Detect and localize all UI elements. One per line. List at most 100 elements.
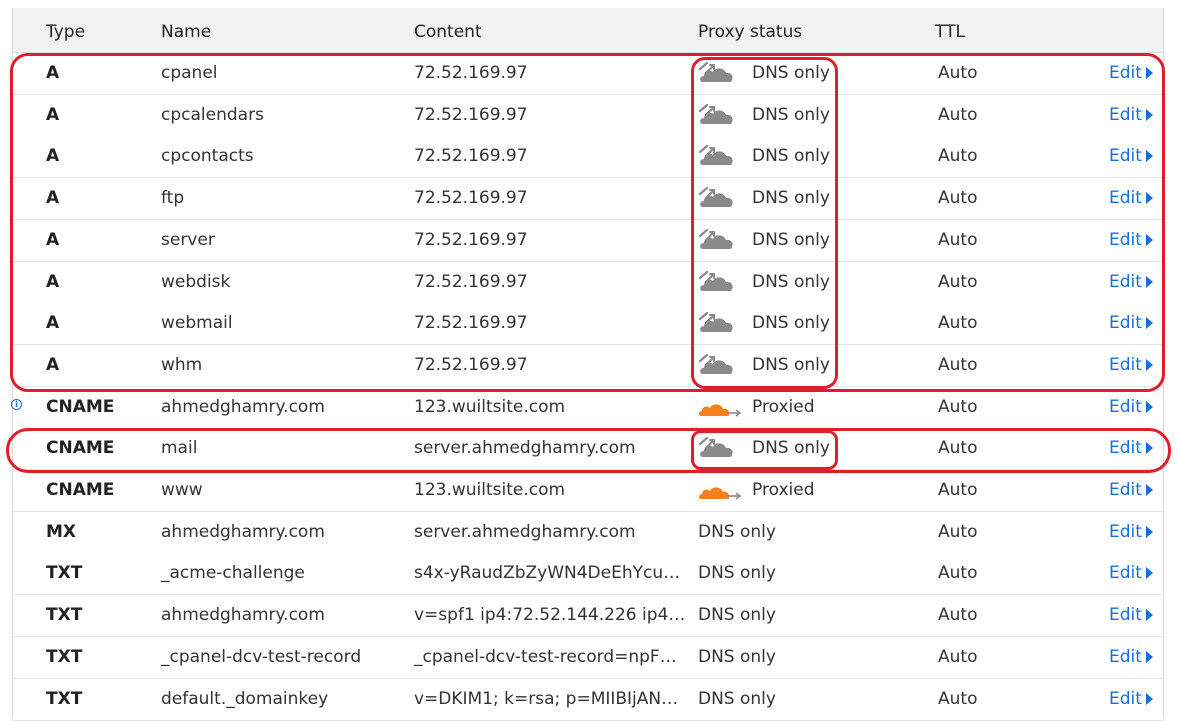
proxy-status: DNS only [698,688,776,709]
table-row[interactable]: Acpanel 72.52.169.97 DNS only Auto Edit [13,53,1163,95]
proxy-status: DNS only [752,354,830,375]
edit-record-button[interactable]: Edit [1109,480,1153,500]
edit-record-button[interactable]: Edit [1109,438,1153,458]
record-ttl: Auto [938,188,978,209]
record-type: A [46,354,60,375]
edit-record-button[interactable]: Edit [1109,63,1153,83]
table-row[interactable]: Acpcontacts 72.52.169.97 DNS only Auto Edit [13,136,1163,179]
edit-record-button[interactable]: Edit [1109,522,1153,542]
record-ttl: Auto [938,271,978,292]
table-row[interactable]: Aftp 72.52.169.97 DNS only Auto Edit [13,178,1163,221]
edit-label[interactable]: Edit [1109,188,1142,208]
column-header-proxy-status[interactable]: Proxy status [698,22,802,42]
record-name: cpcontacts [161,146,254,167]
dns-only-cloud-icon[interactable] [697,60,737,88]
record-type: TXT [46,688,83,709]
edit-record-button[interactable]: Edit [1109,605,1153,625]
edit-label[interactable]: Edit [1109,146,1142,166]
table-row[interactable]: TXT _acme-challenge s4x-yRaudZbZyWN4DeEhYc… [13,553,1163,596]
record-ttl: Auto [938,396,978,417]
table-row[interactable]: i CNAME ahmedghamry.com 123.wuiltsite.com P… [11,386,1163,429]
edit-label[interactable]: Edit [1109,272,1142,292]
edit-record-button[interactable]: Edit [1109,105,1153,125]
dns-only-cloud-icon[interactable] [697,102,737,130]
edit-record-button[interactable]: Edit [1109,272,1153,292]
dns-only-cloud-icon[interactable] [697,310,737,338]
proxied-cloud-icon[interactable] [697,477,742,505]
edit-label[interactable]: Edit [1109,522,1142,542]
edit-label[interactable]: Edit [1109,230,1142,250]
edit-label[interactable]: Edit [1109,105,1142,125]
record-ttl: Auto [938,438,978,459]
edit-record-button[interactable]: Edit [1109,647,1153,667]
table-row[interactable]: Awhm 72.52.169.97 DNS only Auto Edit [13,344,1163,387]
proxied-cloud-icon[interactable] [697,394,742,422]
dns-only-cloud-icon[interactable] [697,185,737,213]
edit-record-button[interactable]: Edit [1109,188,1153,208]
record-name: webdisk [161,271,231,292]
edit-record-button[interactable]: Edit [1109,689,1153,709]
table-row[interactable]: TXT ahmedghamry.com v=spf1 ip4:72.52.144.2… [13,595,1163,638]
record-ttl: Auto [938,229,978,250]
column-header-name[interactable]: Name [161,22,211,42]
edit-record-button[interactable]: Edit [1109,146,1153,166]
table-row[interactable]: Acpcalendars 72.52.169.97 DNS only Auto Edi… [13,94,1163,137]
caret-right-icon [1145,275,1153,288]
record-ttl: Auto [938,563,978,584]
record-ttl: Auto [938,354,978,375]
table-row[interactable]: MX ahmedghamry.com server.ahmedghamry.com D… [13,511,1163,554]
record-name: server [161,229,215,250]
record-type: CNAME [46,438,115,459]
edit-label[interactable]: Edit [1109,63,1142,83]
table-row[interactable]: Awebdisk 72.52.169.97 DNS only Auto Edit [13,261,1163,304]
caret-right-icon [1145,525,1153,538]
dns-only-cloud-icon[interactable] [697,435,737,463]
column-header-type[interactable]: Type [46,22,85,42]
proxy-status: DNS only [752,438,830,459]
record-name: default._domainkey [161,688,329,709]
record-content: v=spf1 ip4:72.52.144.226 ip4:72.... [414,605,688,626]
dns-only-cloud-icon[interactable] [697,352,737,380]
table-row[interactable]: CNAME mail server.ahmedghamry.com DNS only… [13,428,1163,471]
table-row[interactable]: TXT default._domainkey v=DKIM1; k=rsa; p=M… [13,678,1163,721]
record-name: ftp [161,188,185,209]
edit-record-button[interactable]: Edit [1109,313,1153,333]
dns-only-cloud-icon[interactable] [697,269,737,297]
info-icon[interactable]: i [11,398,22,410]
record-ttl: Auto [938,521,978,542]
table-row[interactable]: Awebmail 72.52.169.97 DNS only Auto Edit [13,303,1163,346]
edit-label[interactable]: Edit [1109,647,1142,667]
record-content: v=DKIM1; k=rsa; p=MIIBIjANBgk... [414,688,688,709]
caret-right-icon [1145,233,1153,246]
table-row[interactable]: CNAME www 123.wuiltsite.com Proxied Auto Edi… [13,470,1163,512]
column-header-content[interactable]: Content [414,22,482,42]
edit-label[interactable]: Edit [1109,689,1142,709]
record-type: CNAME [46,480,115,500]
record-name: whm [161,354,203,375]
edit-record-button[interactable]: Edit [1109,563,1153,583]
table-row[interactable]: TXT _cpanel-dcv-test-record _cpanel-dcv-te… [13,636,1163,679]
edit-label[interactable]: Edit [1109,563,1142,583]
record-name: cpanel [161,63,218,83]
edit-record-button[interactable]: Edit [1109,397,1153,417]
caret-right-icon [1145,150,1153,163]
dns-only-cloud-icon[interactable] [697,227,737,255]
edit-record-button[interactable]: Edit [1109,355,1153,375]
edit-label[interactable]: Edit [1109,313,1142,333]
edit-label[interactable]: Edit [1109,397,1142,417]
caret-right-icon [1145,650,1153,663]
dns-only-cloud-icon[interactable] [697,143,737,171]
record-content: 72.52.169.97 [414,63,528,83]
edit-record-button[interactable]: Edit [1109,230,1153,250]
table-header: Type Name Content Proxy status TTL [13,8,1163,53]
edit-label[interactable]: Edit [1109,355,1142,375]
column-header-ttl[interactable]: TTL [935,22,965,42]
record-content: 123.wuiltsite.com [414,396,566,417]
proxy-status: Proxied [752,480,815,500]
record-type: A [46,271,60,292]
edit-label[interactable]: Edit [1109,438,1142,458]
edit-label[interactable]: Edit [1109,605,1142,625]
proxy-status: DNS only [752,188,830,209]
table-row[interactable]: Aserver 72.52.169.97 DNS only Auto Edit [13,219,1163,262]
edit-label[interactable]: Edit [1109,480,1142,500]
